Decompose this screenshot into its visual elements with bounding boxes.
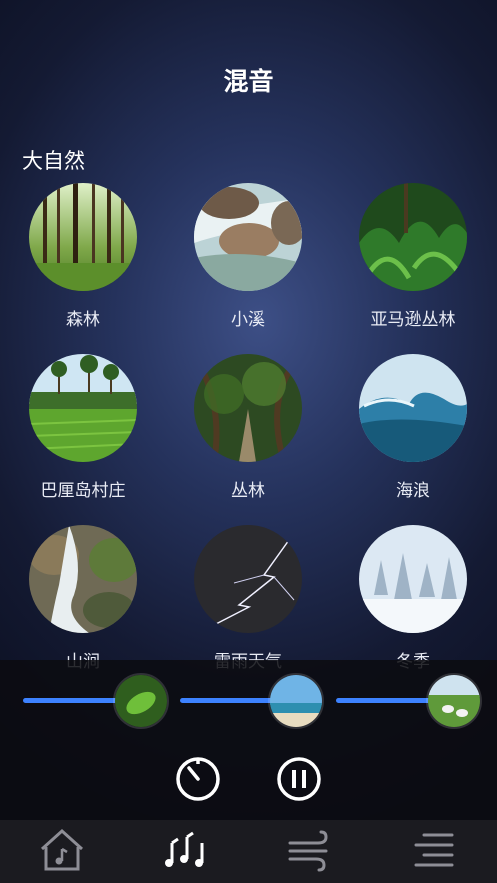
beach-sound-icon[interactable] bbox=[268, 673, 324, 729]
jungle-path-image bbox=[194, 354, 302, 462]
sound-item-mountain-stream[interactable]: 山涧 bbox=[3, 525, 163, 672]
home-music-icon[interactable] bbox=[32, 825, 92, 875]
green-leaf-sound-icon[interactable] bbox=[113, 673, 169, 729]
bali-village-image bbox=[29, 354, 137, 462]
sound-item-amazon-jungle[interactable]: 亚马逊丛林 bbox=[333, 183, 493, 330]
slider-track bbox=[336, 698, 438, 703]
volume-slider-1[interactable] bbox=[23, 673, 173, 743]
meadow-sheep-sound-icon[interactable] bbox=[426, 673, 482, 729]
sound-label: 森林 bbox=[66, 310, 100, 330]
sound-label: 海浪 bbox=[396, 481, 430, 501]
pause-icon[interactable] bbox=[275, 755, 323, 803]
sound-label: 丛林 bbox=[231, 481, 265, 501]
mixer-panel bbox=[0, 660, 497, 820]
slider-track bbox=[180, 698, 282, 703]
volume-slider-2[interactable] bbox=[180, 673, 330, 743]
sound-item-winter[interactable]: 冬季 bbox=[333, 525, 493, 672]
creek-image bbox=[194, 183, 302, 291]
sound-item-jungle[interactable]: 丛林 bbox=[168, 354, 328, 501]
sound-item-bali-village[interactable]: 巴厘岛村庄 bbox=[3, 354, 163, 501]
section-title-nature: 大自然 bbox=[22, 149, 85, 173]
sound-item-ocean-wave[interactable]: 海浪 bbox=[333, 354, 493, 501]
volume-slider-3[interactable] bbox=[336, 673, 486, 743]
sound-label: 小溪 bbox=[231, 310, 265, 330]
page-title: 混音 bbox=[223, 67, 274, 96]
sound-item-creek[interactable]: 小溪 bbox=[168, 183, 328, 330]
thunderstorm-image bbox=[194, 525, 302, 633]
forest-image bbox=[29, 183, 137, 291]
ocean-wave-image bbox=[359, 354, 467, 462]
menu-icon[interactable] bbox=[404, 825, 464, 875]
winter-snow-image bbox=[359, 525, 467, 633]
timer-icon[interactable] bbox=[174, 755, 222, 803]
mountain-stream-image bbox=[29, 525, 137, 633]
sound-label: 亚马逊丛林 bbox=[370, 310, 456, 330]
amazon-jungle-image bbox=[359, 183, 467, 291]
bottom-tab-bar bbox=[0, 820, 497, 883]
slider-track bbox=[23, 698, 125, 703]
sound-item-thunderstorm[interactable]: 雷雨天气 bbox=[168, 525, 328, 672]
wind-icon[interactable] bbox=[280, 825, 340, 875]
sound-item-forest[interactable]: 森林 bbox=[3, 183, 163, 330]
mix-notes-icon[interactable] bbox=[156, 825, 216, 875]
sound-label: 巴厘岛村庄 bbox=[40, 481, 126, 501]
